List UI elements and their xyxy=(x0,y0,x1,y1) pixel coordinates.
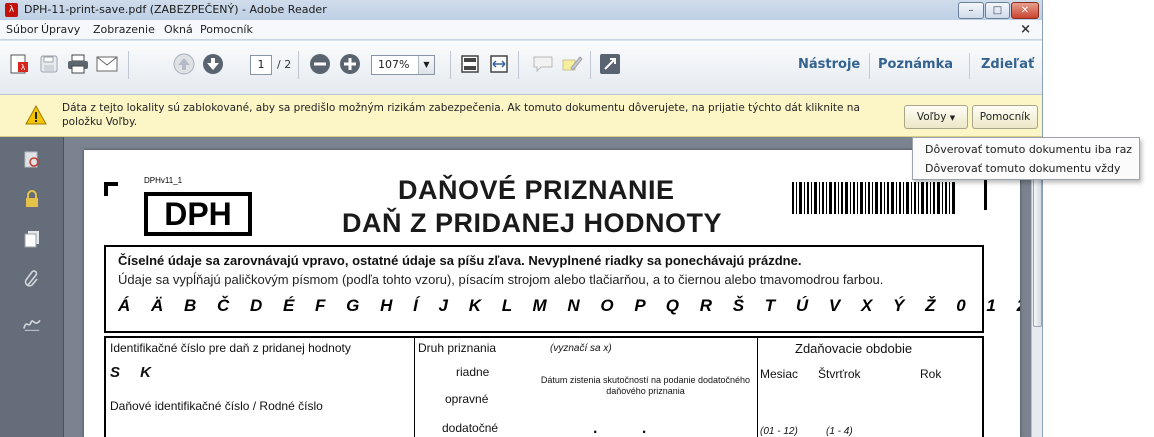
return-type-regular: riadne xyxy=(456,365,490,379)
security-warning-bar: Dáta z tejto lokality sú zablokované, ab… xyxy=(0,95,1042,137)
highlight-icon[interactable] xyxy=(560,52,584,76)
barcode xyxy=(792,182,955,214)
form-title: DAŇOVÉ PRIZNANIE xyxy=(398,175,675,205)
options-button[interactable]: Voľby ▼ xyxy=(904,105,968,129)
window-title: DPH-11-print-save.pdf (ZABEZPEČENÝ) - Ad… xyxy=(24,3,327,16)
tax-id-label: Daňové identifikačné číslo / Rodné číslo xyxy=(110,399,323,413)
quarter-label: Štvrťrok xyxy=(818,367,861,381)
security-lock-icon[interactable] xyxy=(23,190,41,208)
create-pdf-icon[interactable]: λ xyxy=(7,52,31,76)
month-range: (01 - 12) xyxy=(760,426,798,437)
year-label: Rok xyxy=(920,367,942,381)
vertical-scrollbar[interactable] xyxy=(1031,137,1042,437)
chevron-down-icon: ▼ xyxy=(949,114,956,122)
tax-period-label: Zdaňovacie obdobie xyxy=(795,341,913,356)
return-type-corrective: opravné xyxy=(445,392,489,406)
next-page-icon[interactable] xyxy=(201,52,225,76)
country-code: S K xyxy=(110,364,160,381)
return-type-additional: dodatočné xyxy=(442,421,499,435)
warning-icon xyxy=(25,104,47,128)
menu-bar: Súbor Úpravy Zobrazenie Okná Pomocník × xyxy=(0,20,1042,40)
svg-text:λ: λ xyxy=(21,63,26,72)
maximize-button[interactable]: □ xyxy=(985,2,1010,19)
form-code: DPHv11_1 xyxy=(144,176,183,185)
options-dropdown-menu: Dôverovať tomuto dokumentu iba raz Dôver… xyxy=(912,137,1140,180)
attachments-icon[interactable] xyxy=(23,270,41,288)
fit-page-icon[interactable] xyxy=(458,52,482,76)
document-close-button[interactable]: × xyxy=(1020,22,1031,37)
security-message: Dáta z tejto lokality sú zablokované, ab… xyxy=(62,102,860,128)
pdf-page: DPHv11_1 DPH DAŇOVÉ PRIZNANIE DAŇ Z PRID… xyxy=(84,150,1020,437)
handwriting-sample: Á Ä B Č D É F G H Í J K L M N O P Q R Š … xyxy=(118,296,1020,315)
menu-file[interactable]: Súbor xyxy=(6,23,38,36)
tools-link[interactable]: Nástroje xyxy=(798,57,860,72)
page-thumbnails-icon[interactable] xyxy=(23,151,41,169)
print-icon[interactable] xyxy=(66,52,90,76)
dph-badge: DPH xyxy=(144,192,252,236)
zoom-out-icon[interactable] xyxy=(308,52,332,76)
adobe-reader-window: λ DPH-11-print-save.pdf (ZABEZPEČENÝ) - … xyxy=(0,0,1043,437)
menu-help[interactable]: Pomocník xyxy=(200,23,253,36)
expand-icon[interactable] xyxy=(598,52,622,76)
menu-edit[interactable]: Úpravy xyxy=(41,23,80,36)
share-link[interactable]: Zdieľať xyxy=(981,57,1034,72)
page-number-input[interactable]: 1 xyxy=(250,55,272,75)
minimize-button[interactable]: – xyxy=(958,2,984,19)
corner-mark xyxy=(984,180,987,210)
fit-width-icon[interactable] xyxy=(487,52,511,76)
copy-pages-icon[interactable] xyxy=(23,230,41,248)
month-label: Mesiac xyxy=(760,367,799,381)
vat-id-label: Identifikačné číslo pre daň z pridanej h… xyxy=(110,341,351,355)
comment-icon[interactable] xyxy=(531,52,555,76)
return-type-label: Druh priznania xyxy=(418,341,497,355)
instructions-text: Údaje sa vypĺňajú paličkovým písmom (pod… xyxy=(118,272,884,287)
help-button[interactable]: Pomocník xyxy=(972,105,1038,129)
toolbar: λ 1 / 2 107% ▼ Nástroje Poznámka Zdieľať xyxy=(0,41,1042,95)
menu-window[interactable]: Okná xyxy=(164,23,193,36)
email-icon[interactable] xyxy=(95,52,119,76)
menu-view[interactable]: Zobrazenie xyxy=(93,23,155,36)
zoom-in-icon[interactable] xyxy=(338,52,362,76)
signature-icon[interactable] xyxy=(23,315,41,333)
comment-link[interactable]: Poznámka xyxy=(878,57,953,72)
adobe-reader-icon: λ xyxy=(5,3,18,17)
chevron-down-icon[interactable]: ▼ xyxy=(418,56,434,74)
navigation-panel xyxy=(0,137,63,437)
previous-page-icon[interactable] xyxy=(172,52,196,76)
options-label: Voľby xyxy=(916,111,947,123)
corner-mark xyxy=(104,182,118,196)
save-icon[interactable] xyxy=(37,52,61,76)
trust-once-menu-item[interactable]: Dôverovať tomuto dokumentu iba raz xyxy=(925,143,1132,156)
instructions-bold: Číselné údaje sa zarovnávajú vpravo, ost… xyxy=(118,253,802,268)
zoom-value: 107% xyxy=(378,58,410,71)
page-total: / 2 xyxy=(277,58,292,71)
form-subtitle: DAŇ Z PRIDANEJ HODNOTY xyxy=(342,208,723,238)
return-type-hint: (vyznačí sa x) xyxy=(550,343,612,354)
date-separators: . . xyxy=(593,420,647,437)
zoom-select[interactable]: 107% ▼ xyxy=(371,55,435,75)
close-button[interactable]: ✕ xyxy=(1011,2,1039,19)
quarter-range: (1 - 4) xyxy=(826,426,853,437)
trust-always-menu-item[interactable]: Dôverovať tomuto dokumentu vždy xyxy=(925,162,1121,175)
title-bar: λ DPH-11-print-save.pdf (ZABEZPEČENÝ) - … xyxy=(0,0,1042,20)
discovery-date-label: Dátum zistenia skutočností na podanie do… xyxy=(540,375,751,396)
